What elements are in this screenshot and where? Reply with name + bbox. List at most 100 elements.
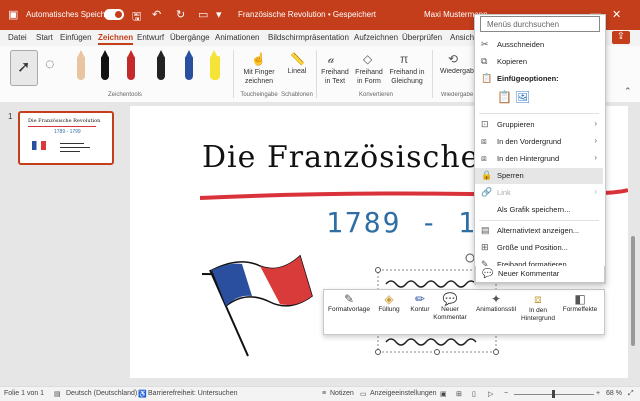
pencil-button[interactable]: [176, 50, 202, 84]
tab-ansicht[interactable]: Ansicht: [450, 33, 476, 42]
touch-draw-button[interactable]: Mit Finger zeichnen: [238, 68, 280, 86]
tab-start[interactable]: Start: [36, 33, 53, 42]
ink-to-shape-icon[interactable]: ◇: [363, 52, 372, 66]
shape-effects-icon: ◧: [574, 292, 586, 306]
zoom-in-icon[interactable]: +: [596, 390, 600, 397]
menu-save-as-picture[interactable]: Als Grafik speichern...: [475, 202, 603, 218]
mini-fill-button[interactable]: ◈ Füllung: [374, 292, 404, 332]
notes-button[interactable]: Notizen: [330, 390, 354, 397]
menu-search-input[interactable]: Menüs durchsuchen: [480, 16, 600, 32]
display-settings-button[interactable]: Anzeigeeinstellungen: [370, 390, 437, 397]
context-menu: ✂ Ausschneiden ⧉ Kopieren 📋 Einfügeoptionen…: [474, 14, 606, 284]
document-title[interactable]: Französische Revolution • Gespeichert: [238, 10, 376, 19]
slideshow-icon[interactable]: ▭: [198, 8, 208, 21]
scrollbar-thumb[interactable]: [631, 236, 635, 346]
menu-copy[interactable]: ⧉ Kopieren: [475, 54, 603, 70]
collapse-ribbon-icon[interactable]: ⌃: [624, 86, 632, 97]
touch-draw-icon[interactable]: ☝: [251, 52, 266, 66]
pen-black-2-button[interactable]: [92, 50, 118, 84]
menu-group[interactable]: ⊡ Gruppieren ›: [475, 117, 603, 133]
close-icon[interactable]: ✕: [612, 8, 621, 21]
rotate-handle[interactable]: [465, 253, 475, 263]
tab-datei[interactable]: Datei: [8, 33, 27, 42]
group-tools-label: Zeichentools: [107, 92, 143, 98]
customize-icon[interactable]: ▾: [216, 8, 222, 21]
link-icon: 🔗: [481, 187, 493, 197]
status-accessibility[interactable]: Barrierefreiheit: Untersuchen: [148, 390, 238, 397]
mini-style-button[interactable]: ✎ Formatvorlage: [328, 292, 370, 332]
selection-handle[interactable]: [375, 267, 381, 273]
tab-zeichnen[interactable]: Zeichnen: [98, 33, 134, 45]
menu-bring-front[interactable]: ⧈ In den Vordergrund ›: [475, 134, 603, 150]
tab-einfuegen[interactable]: Einfügen: [60, 33, 92, 42]
selection-handle[interactable]: [434, 349, 440, 355]
zoom-slider-thumb[interactable]: [552, 390, 555, 398]
menu-search-placeholder: Menüs durchsuchen: [487, 20, 560, 29]
paste-keep-format-icon[interactable]: 📋: [497, 90, 512, 104]
menu-lock[interactable]: 🔒 Sperren: [475, 168, 603, 184]
redo-icon[interactable]: ↻: [176, 8, 185, 21]
slide-sorter-icon[interactable]: ⊞: [456, 390, 462, 398]
lasso-tool-button[interactable]: ◌: [40, 50, 66, 84]
normal-view-icon[interactable]: ▣: [440, 390, 447, 398]
selection-handle[interactable]: [493, 349, 499, 355]
autosave-toggle[interactable]: [104, 9, 124, 20]
tab-aufzeichnen[interactable]: Aufzeichnen: [354, 33, 398, 42]
zoom-level[interactable]: 68 %: [606, 390, 622, 397]
accessibility-icon[interactable]: ♿: [138, 390, 147, 398]
ink-replay-button[interactable]: Wiedergabe: [440, 68, 474, 75]
slide-thumbnail[interactable]: Die Französische Revolution 1789 - 1799: [18, 111, 114, 165]
ink-to-math-button[interactable]: Freihand in Gleichung: [386, 68, 428, 86]
display-settings-icon[interactable]: ▭: [360, 390, 367, 398]
comment-icon: 💬: [442, 292, 458, 306]
mini-animation-button[interactable]: ✦ Animationsstil: [474, 292, 518, 332]
mini-send-back-button[interactable]: ⧈ In den Hintergrund: [520, 292, 556, 332]
reading-view-icon[interactable]: ▯: [472, 390, 476, 398]
pen-red-button[interactable]: [118, 50, 144, 84]
tab-entwurf[interactable]: Entwurf: [137, 33, 164, 42]
menu-cut[interactable]: ✂ Ausschneiden: [475, 37, 603, 53]
select-tool-button[interactable]: ➚: [10, 50, 38, 86]
tab-ueberpruefen[interactable]: Überprüfen: [402, 33, 442, 42]
tab-animationen[interactable]: Animationen: [215, 33, 259, 42]
menu-new-comment[interactable]: 💬 Neuer Kommentar: [475, 266, 605, 283]
menu-link-label: Link: [497, 188, 511, 197]
mini-toolbar: ✎ Formatvorlage ◈ Füllung ✏ Kontur 💬 Neuer K…: [323, 289, 605, 335]
vertical-scrollbar[interactable]: [630, 106, 636, 378]
paste-picture-icon[interactable]: 🖼: [515, 90, 530, 104]
highlighter-button[interactable]: [202, 50, 228, 84]
selection-handle[interactable]: [375, 349, 381, 355]
tab-uebergaenge[interactable]: Übergänge: [170, 33, 210, 42]
pen-red-icon: [127, 56, 135, 80]
group-replay-label: Wiedergabe: [440, 92, 474, 98]
notes-icon[interactable]: ≡: [322, 390, 326, 397]
menu-size-position[interactable]: ⊞ Größe und Position...: [475, 240, 603, 256]
ink-to-math-icon[interactable]: π: [400, 52, 408, 66]
zoom-out-icon[interactable]: −: [504, 390, 508, 397]
pen-black-button[interactable]: [68, 50, 94, 84]
undo-icon[interactable]: ↶: [152, 8, 161, 21]
bring-front-icon: ⧈: [481, 136, 487, 146]
pen-dark-button[interactable]: [148, 50, 174, 84]
menu-bring-front-label: In den Vordergrund: [497, 137, 562, 146]
mini-outline-button[interactable]: ✏ Kontur: [406, 292, 434, 332]
status-language[interactable]: Deutsch (Deutschland): [66, 390, 137, 397]
share-icon[interactable]: ⇪: [612, 31, 630, 44]
menu-send-back[interactable]: ⧈ In den Hintergrund ›: [475, 151, 603, 167]
ink-to-text-icon[interactable]: 𝒶: [328, 52, 335, 67]
ruler-icon[interactable]: 📏: [290, 52, 305, 66]
ruler-button[interactable]: Lineal: [284, 68, 310, 75]
slideshow-view-icon[interactable]: ▷: [488, 390, 493, 398]
thumbnail-scribble: [60, 147, 90, 148]
mini-shape-effects-button[interactable]: ◧ Formeffekte: [560, 292, 600, 332]
ink-replay-icon[interactable]: ⟲: [448, 52, 458, 66]
group-stencils-label: Schablonen: [281, 92, 313, 98]
mini-new-comment-button[interactable]: 💬 Neuer Kommentar: [432, 292, 468, 332]
tab-bildschirmpraesentation[interactable]: Bildschirmpräsentation: [268, 33, 349, 42]
menu-alt-text[interactable]: ▤ Alternativtext anzeigen...: [475, 223, 603, 239]
fit-slide-icon[interactable]: ⤢: [628, 390, 634, 398]
ink-to-text-button[interactable]: Freihand in Text: [320, 68, 350, 86]
save-icon[interactable]: 🖫: [132, 8, 141, 27]
spellcheck-icon[interactable]: ▤: [54, 390, 61, 398]
ink-to-shape-button[interactable]: Freihand in Form: [354, 68, 384, 86]
